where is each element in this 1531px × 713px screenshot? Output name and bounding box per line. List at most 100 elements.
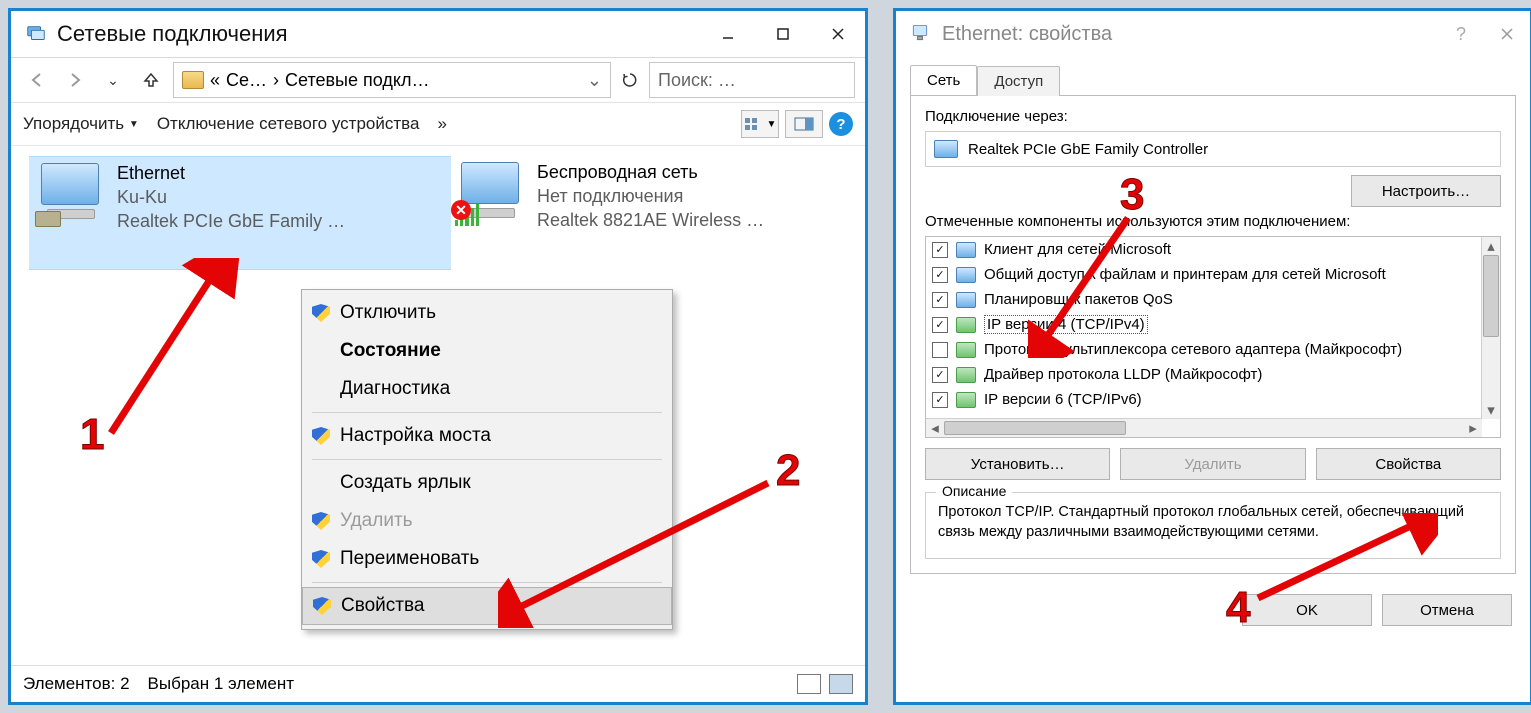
scroll-left-icon[interactable]: ◂ (926, 419, 944, 437)
window-title: Сетевые подключения (57, 21, 288, 47)
status-bar: Элементов: 2 Выбран 1 элемент (11, 665, 865, 702)
adapter-small-icon (934, 140, 958, 158)
view-mode-button[interactable]: ▼ (741, 110, 779, 138)
annotation-number-2: 2 (776, 446, 800, 496)
install-button[interactable]: Установить… (925, 448, 1110, 480)
preview-pane-button[interactable] (785, 110, 823, 138)
adapter-field: Realtek PCIe GbE Family Controller (925, 131, 1501, 167)
scroll-thumb[interactable] (944, 421, 1126, 435)
menu-diagnose[interactable]: Диагностика (302, 370, 672, 408)
description-label: Описание (936, 483, 1012, 499)
tab-access[interactable]: Доступ (977, 66, 1060, 96)
addr-dropdown-icon[interactable]: ⌄ (587, 70, 602, 91)
scroll-thumb[interactable] (1483, 255, 1499, 337)
checkbox[interactable]: ✓ (932, 367, 948, 383)
separator (312, 582, 662, 583)
chevron-right-icon: › (273, 70, 279, 91)
organize-button[interactable]: Упорядочить ▼ (23, 114, 139, 134)
component-label: Драйвер протокола LLDP (Майкрософт) (984, 366, 1262, 383)
forward-button[interactable] (59, 64, 91, 96)
component-item[interactable]: ✓Общий доступ к файлам и принтерам для с… (926, 262, 1482, 287)
shield-icon (313, 597, 331, 615)
separator (312, 412, 662, 413)
maximize-button[interactable] (755, 11, 810, 57)
close-button[interactable] (810, 11, 865, 57)
component-label: Протокол мультиплексора сетевого адаптер… (984, 341, 1402, 358)
title-buttons (700, 11, 865, 57)
menu-rename[interactable]: Переименовать (302, 540, 672, 578)
ethernet-properties-window: Ethernet: свойства ? Сеть Доступ Подключ… (893, 8, 1531, 705)
checkbox[interactable]: ✓ (932, 242, 948, 258)
checkbox[interactable]: ✓ (932, 267, 948, 283)
ok-button[interactable]: OK (1242, 594, 1372, 626)
adapter-name: Беспроводная сеть (537, 162, 764, 183)
address-bar[interactable]: « Се… › Сетевые подкл… ⌄ (173, 62, 611, 98)
component-item[interactable]: ✓ Клиент для сетей Microsoft (926, 237, 1482, 262)
tab-page-network: Подключение через: Realtek PCIe GbE Fami… (910, 95, 1516, 574)
scroll-right-icon[interactable]: ▸ (1464, 419, 1482, 437)
protocol-icon (956, 367, 976, 383)
title-buttons: ? (1438, 11, 1530, 57)
scroll-down-icon[interactable]: ▾ (1482, 401, 1500, 419)
adapter-status: Ku-Ku (117, 187, 345, 208)
ethernet-icon (35, 163, 107, 227)
breadcrumb-overflow: « (210, 70, 220, 91)
adapter-status: Нет подключения (537, 186, 764, 207)
breadcrumb-root[interactable]: Се… (226, 70, 267, 91)
refresh-button[interactable] (617, 64, 643, 96)
protocol-icon (956, 342, 976, 358)
menu-create-shortcut[interactable]: Создать ярлык (302, 464, 672, 502)
window-title: Ethernet: свойства (942, 23, 1112, 46)
remove-button[interactable]: Удалить (1120, 448, 1305, 480)
navigation-row: ⌄ « Се… › Сетевые подкл… ⌄ Поиск: … (11, 58, 865, 103)
menu-status[interactable]: Состояние (302, 332, 672, 370)
minimize-button[interactable] (700, 11, 755, 57)
menu-properties[interactable]: Свойства (302, 587, 672, 625)
checkbox[interactable] (932, 342, 948, 358)
client-icon (956, 267, 976, 283)
menu-delete[interactable]: Удалить (302, 502, 672, 540)
checkbox[interactable]: ✓ (932, 392, 948, 408)
tiles-view-icon[interactable] (829, 674, 853, 694)
close-button[interactable] (1484, 11, 1530, 57)
scroll-up-icon[interactable]: ▴ (1482, 237, 1500, 255)
status-elements: Элементов: 2 (23, 674, 130, 694)
cancel-button[interactable]: Отмена (1382, 594, 1512, 626)
help-button[interactable]: ? (829, 112, 853, 136)
disable-device-button[interactable]: Отключение сетевого устройства (157, 114, 420, 134)
adapter-device: Realtek PCIe GbE Family … (117, 211, 345, 232)
configure-button[interactable]: Настроить… (1351, 175, 1501, 207)
shield-icon (312, 512, 330, 530)
toolbar-overflow[interactable]: » (437, 114, 446, 134)
menu-disable[interactable]: Отключить (302, 294, 672, 332)
help-button[interactable]: ? (1438, 11, 1484, 57)
component-item[interactable]: Протокол мультиплексора сетевого адаптер… (926, 337, 1482, 362)
component-item[interactable]: ✓IP версии 4 (TCP/IPv4) (926, 312, 1482, 337)
component-item[interactable]: ✓Планировщик пакетов QoS (926, 287, 1482, 312)
checkbox[interactable]: ✓ (932, 292, 948, 308)
chevron-down-icon: ▼ (129, 119, 139, 130)
components-label: Отмеченные компоненты используются этим … (925, 213, 1501, 230)
adapter-wireless[interactable]: ✕ Беспроводная сеть Нет подключения Real… (449, 156, 871, 268)
component-item[interactable]: ✓IP версии 6 (TCP/IPv6) (926, 387, 1482, 412)
description-text: Протокол TCP/IP. Стандартный протокол гл… (938, 503, 1488, 542)
wireless-icon: ✕ (455, 162, 527, 226)
description-group: Описание Протокол TCP/IP. Стандартный пр… (925, 492, 1501, 559)
menu-bridge[interactable]: Настройка моста (302, 417, 672, 455)
component-item[interactable]: ✓ Драйвер протокола LLDP (Майкрософт) (926, 362, 1482, 387)
adapter-ethernet[interactable]: Ethernet Ku-Ku Realtek PCIe GbE Family … (29, 156, 451, 270)
recent-dropdown[interactable]: ⌄ (97, 64, 129, 96)
context-menu: Отключить Состояние Диагностика Настройк… (301, 289, 673, 630)
breadcrumb-leaf[interactable]: Сетевые подкл… (285, 70, 429, 91)
annotation-number-4: 4 (1226, 583, 1250, 633)
back-button[interactable] (21, 64, 53, 96)
details-view-icon[interactable] (797, 674, 821, 694)
search-box[interactable]: Поиск: … (649, 62, 855, 98)
horizontal-scrollbar[interactable]: ◂▸ (926, 418, 1482, 437)
checkbox[interactable]: ✓ (932, 317, 948, 333)
properties-button[interactable]: Свойства (1316, 448, 1501, 480)
vertical-scrollbar[interactable]: ▴▾ (1481, 237, 1500, 419)
tab-network[interactable]: Сеть (910, 65, 977, 95)
component-label: Клиент для сетей Microsoft (984, 241, 1171, 258)
up-button[interactable] (135, 64, 167, 96)
